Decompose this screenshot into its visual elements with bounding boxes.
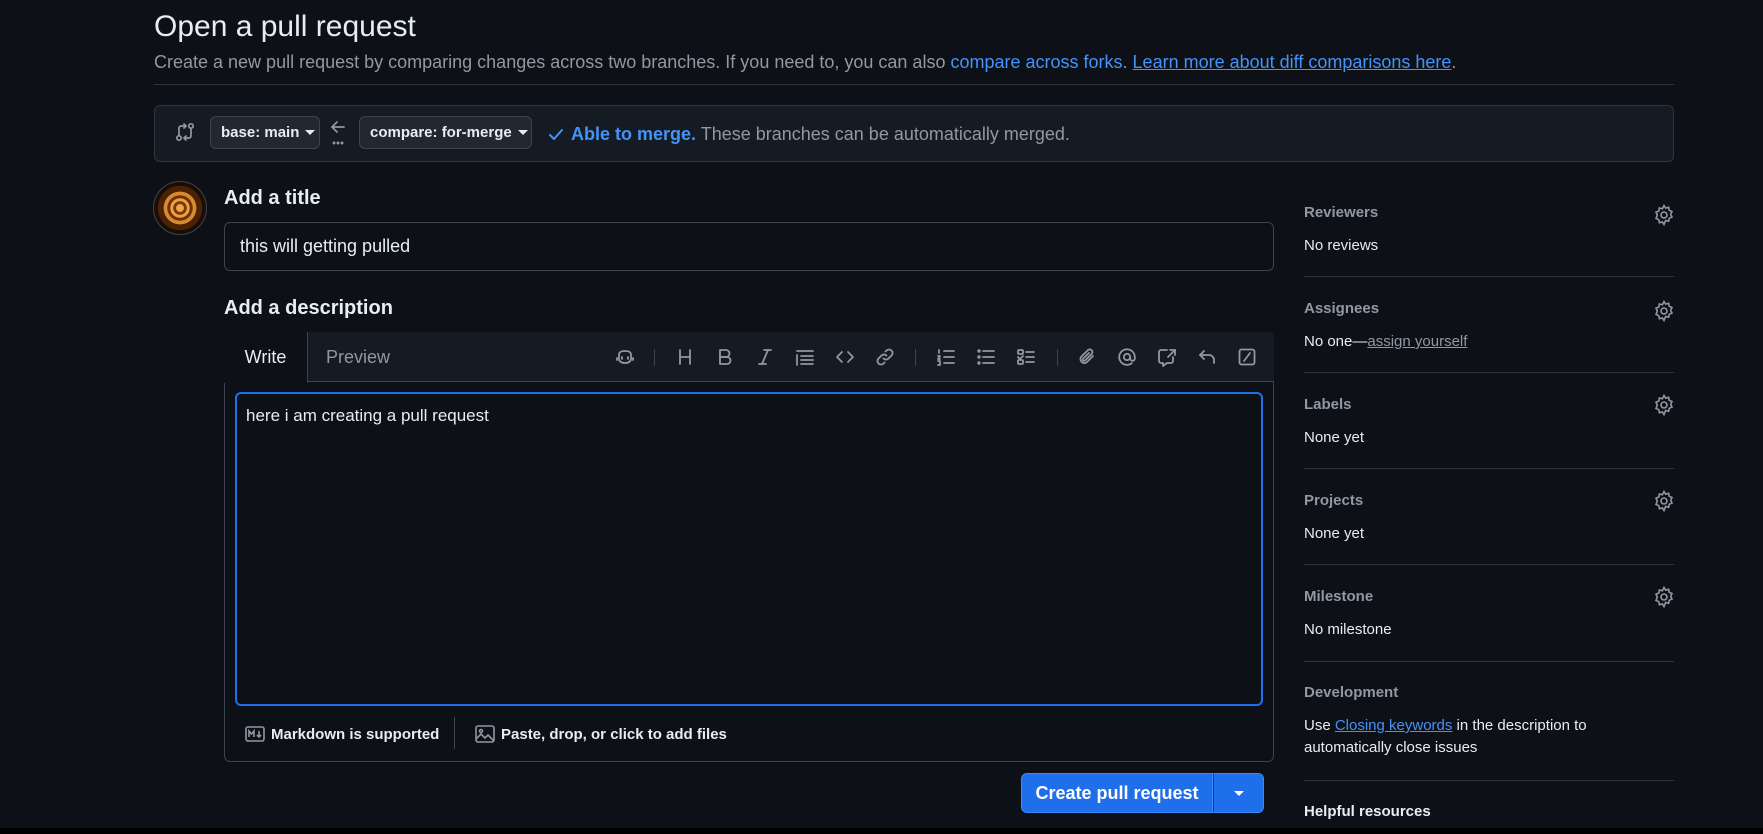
development-text-line2: automatically close issues xyxy=(1304,739,1478,756)
development-text: Use Closing keywords in the description … xyxy=(1304,716,1587,736)
sidebar-divider xyxy=(1304,372,1674,373)
projects-value: None yet xyxy=(1304,525,1365,542)
numbered-list-icon[interactable] xyxy=(932,343,960,371)
check-icon xyxy=(547,125,565,143)
markdown-supported-link[interactable]: Markdown is supported xyxy=(245,722,439,746)
reviewers-heading[interactable]: Reviewers xyxy=(1304,203,1378,223)
link-icon[interactable] xyxy=(871,343,899,371)
attach-note: Paste, drop, or click to add files xyxy=(501,725,727,743)
gear-icon[interactable] xyxy=(1653,585,1675,609)
compare-branch-label: compare: for-merge xyxy=(370,124,512,141)
sidebar-divider xyxy=(1304,564,1674,565)
assignees-value: No one—assign yourself xyxy=(1304,332,1467,352)
sidebar-divider xyxy=(1304,661,1674,662)
merge-status-detail: These branches can be automatically merg… xyxy=(696,124,1070,144)
markdown-note: Markdown is supported xyxy=(271,725,440,743)
bottom-edge xyxy=(0,828,1763,834)
slash-command-icon[interactable] xyxy=(1233,343,1261,371)
chevron-down-icon xyxy=(305,130,316,135)
page-subtitle: Create a new pull request by comparing c… xyxy=(154,50,1456,74)
toolbar-divider xyxy=(915,349,916,366)
assign-yourself-link[interactable]: assign yourself xyxy=(1367,333,1467,350)
merge-status: Able to merge. These branches can be aut… xyxy=(571,122,1070,146)
toolbar-divider xyxy=(1057,349,1058,366)
subtitle-end: . xyxy=(1451,52,1457,72)
copilot-icon[interactable] xyxy=(611,343,639,371)
labels-value: None yet xyxy=(1304,429,1365,446)
title-input[interactable] xyxy=(224,222,1274,271)
chevron-down-icon xyxy=(517,130,528,135)
toolbar-divider xyxy=(654,349,655,366)
sidebar-divider xyxy=(1304,780,1674,781)
gear-icon[interactable] xyxy=(1653,203,1675,227)
title-heading: Add a title xyxy=(224,187,321,209)
milestone-heading[interactable]: Milestone xyxy=(1304,587,1373,607)
development-prefix: Use xyxy=(1304,717,1335,734)
tab-preview[interactable]: Preview xyxy=(310,332,406,382)
avatar xyxy=(153,181,207,235)
gear-icon[interactable] xyxy=(1653,299,1675,323)
task-list-icon[interactable] xyxy=(1012,343,1040,371)
closing-keywords-link[interactable]: Closing keywords xyxy=(1335,717,1453,734)
sidebar-divider xyxy=(1304,276,1674,277)
subtitle-mid: . xyxy=(1122,52,1133,72)
quote-icon[interactable] xyxy=(791,343,819,371)
create-pull-request-button[interactable]: Create pull request xyxy=(1021,773,1213,813)
compare-forks-link[interactable]: compare across forks xyxy=(950,52,1122,72)
header-divider xyxy=(154,84,1674,85)
footer-divider xyxy=(454,717,455,749)
milestone-value: No milestone xyxy=(1304,621,1392,638)
bold-icon[interactable] xyxy=(711,343,739,371)
base-branch-select[interactable]: base: main xyxy=(210,116,320,149)
git-compare-icon xyxy=(174,121,196,143)
assignees-none: No one— xyxy=(1304,333,1368,350)
page-title: Open a pull request xyxy=(154,10,416,43)
mention-icon[interactable] xyxy=(1113,343,1141,371)
learn-more-link[interactable]: Learn more about diff comparisons here xyxy=(1133,52,1452,72)
development-suffix: in the description to xyxy=(1452,717,1587,734)
tab-write[interactable]: Write xyxy=(224,332,308,383)
projects-heading[interactable]: Projects xyxy=(1304,491,1363,511)
reviewers-value: No reviews xyxy=(1304,237,1379,254)
heading-icon[interactable] xyxy=(671,343,699,371)
description-textarea[interactable]: here i am creating a pull request xyxy=(235,392,1263,706)
unordered-list-icon[interactable] xyxy=(972,343,1000,371)
attach-files-button[interactable]: Paste, drop, or click to add files xyxy=(475,722,727,746)
chevron-down-icon xyxy=(1233,790,1244,796)
image-icon xyxy=(475,725,495,743)
base-branch-label: base: main xyxy=(221,124,300,141)
arrow-left-icon xyxy=(329,118,347,148)
compare-branch-select[interactable]: compare: for-merge xyxy=(359,116,532,149)
labels-heading[interactable]: Labels xyxy=(1304,395,1352,415)
attach-icon[interactable] xyxy=(1073,343,1101,371)
description-heading: Add a description xyxy=(224,297,393,319)
helpful-resources-heading: Helpful resources xyxy=(1304,803,1431,820)
create-options-dropdown[interactable] xyxy=(1213,773,1264,813)
undo-icon[interactable] xyxy=(1193,343,1221,371)
assignees-heading[interactable]: Assignees xyxy=(1304,299,1379,319)
markdown-icon xyxy=(245,726,265,742)
gear-icon[interactable] xyxy=(1653,393,1675,417)
subtitle-text: Create a new pull request by comparing c… xyxy=(154,52,951,72)
development-heading: Development xyxy=(1304,684,1399,701)
gear-icon[interactable] xyxy=(1653,489,1675,513)
merge-status-ok: Able to merge. xyxy=(571,124,697,144)
italic-icon[interactable] xyxy=(751,343,779,371)
sidebar-divider xyxy=(1304,468,1674,469)
reference-icon[interactable] xyxy=(1153,343,1181,371)
code-icon[interactable] xyxy=(831,343,859,371)
